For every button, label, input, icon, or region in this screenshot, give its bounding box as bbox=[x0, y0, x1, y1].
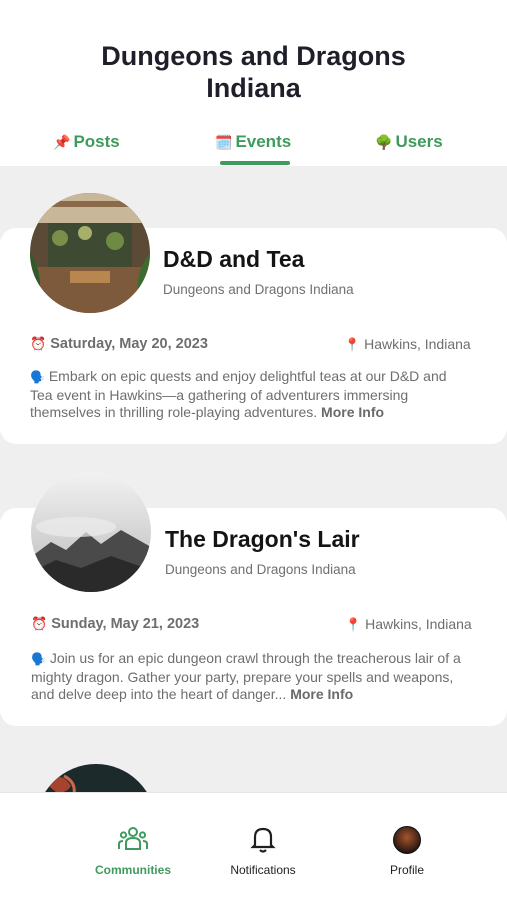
event-group-name: Dungeons and Dragons Indiana bbox=[165, 562, 356, 577]
nav-profile-label: Profile bbox=[389, 863, 424, 877]
alarm-clock-icon: ⏰ bbox=[30, 336, 47, 351]
event-date-text: Sunday, May 21, 2023 bbox=[51, 616, 200, 632]
page-title: Dungeons and Dragons Indiana bbox=[101, 41, 406, 103]
event-date: ⏰ Saturday, May 20, 2023 bbox=[30, 336, 208, 352]
event-image-misty-mountains[interactable] bbox=[31, 472, 151, 592]
event-description-text: Embark on epic quests and enjoy delightf… bbox=[30, 368, 447, 420]
event-location-text: Hawkins, Indiana bbox=[365, 616, 472, 632]
tab-events-label: Events bbox=[235, 132, 292, 151]
speaking-head-icon: 🗣️ bbox=[30, 370, 45, 384]
tab-posts[interactable]: 📌 Posts bbox=[53, 132, 120, 152]
tab-events[interactable]: 🗓️ Events bbox=[215, 132, 291, 152]
avatar bbox=[393, 826, 421, 854]
nav-notifications-label: Notifications bbox=[230, 863, 296, 877]
nav-profile[interactable]: Profile bbox=[337, 793, 477, 900]
event-location: 📍 Hawkins, Indiana bbox=[345, 616, 472, 633]
event-date: ⏰ Sunday, May 21, 2023 bbox=[31, 616, 199, 632]
alarm-clock-icon: ⏰ bbox=[31, 616, 48, 631]
event-description-text: Join us for an epic dungeon crawl throug… bbox=[31, 650, 461, 702]
calendar-icon: 🗓️ bbox=[215, 134, 233, 150]
active-tab-indicator bbox=[220, 161, 290, 165]
event-title[interactable]: D&D and Tea bbox=[163, 246, 304, 273]
nav-communities-label: Communities bbox=[94, 863, 171, 877]
event-location: 📍 Hawkins, Indiana bbox=[344, 336, 471, 353]
event-location-text: Hawkins, Indiana bbox=[364, 336, 471, 352]
pushpin-icon: 📌 bbox=[53, 134, 71, 150]
events-feed[interactable]: D&D and Tea Dungeons and Dragons Indiana… bbox=[0, 166, 507, 792]
bottom-navigation: Communities Notifications Profile bbox=[0, 792, 507, 900]
event-title[interactable]: The Dragon's Lair bbox=[165, 526, 360, 553]
location-pin-icon: 📍 bbox=[344, 337, 361, 352]
more-info-link[interactable]: More Info bbox=[290, 686, 353, 702]
more-info-link[interactable]: More Info bbox=[321, 404, 384, 420]
event-description: 🗣️ Join us for an epic dungeon crawl thr… bbox=[31, 650, 471, 704]
tab-users-label: Users bbox=[395, 132, 443, 151]
nav-notifications[interactable]: Notifications bbox=[193, 793, 333, 900]
speaking-head-icon: 🗣️ bbox=[31, 652, 46, 666]
event-date-text: Saturday, May 20, 2023 bbox=[50, 336, 208, 352]
event-image-dragon[interactable] bbox=[36, 764, 156, 792]
communities-icon bbox=[118, 827, 148, 850]
tab-users[interactable]: 🌳 Users bbox=[375, 132, 443, 152]
tab-bar: 📌 Posts 🗓️ Events 🌳 Users bbox=[0, 132, 507, 166]
tab-posts-label: Posts bbox=[73, 132, 120, 151]
bell-icon bbox=[250, 827, 276, 853]
location-pin-icon: 📍 bbox=[345, 617, 362, 632]
nav-communities[interactable]: Communities bbox=[63, 793, 203, 900]
app-header: Dungeons and Dragons Indiana 📌 Posts 🗓️ Ev… bbox=[0, 0, 507, 166]
event-description: 🗣️ Embark on epic quests and enjoy delig… bbox=[30, 368, 470, 422]
event-group-name: Dungeons and Dragons Indiana bbox=[163, 282, 354, 297]
event-image-tea-room[interactable] bbox=[30, 193, 150, 313]
tree-icon: 🌳 bbox=[375, 134, 393, 150]
